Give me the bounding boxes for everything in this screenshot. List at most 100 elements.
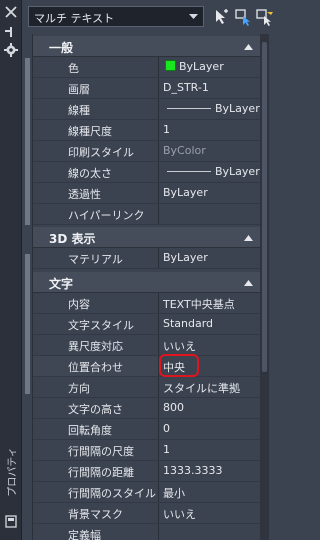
prop-value[interactable]: いいえ [160, 335, 261, 355]
prop-row-line-space-distance[interactable]: 行間隔の距離 1333.3333 [33, 461, 261, 482]
prop-row-background-mask[interactable]: 背景マスク いいえ [33, 503, 261, 524]
prop-row-line-space-factor[interactable]: 行間隔の尺度 1 [33, 440, 261, 461]
auto-hide-icon[interactable] [5, 27, 17, 37]
prop-label: 画層 [33, 78, 159, 98]
prop-label: 透過性 [33, 183, 159, 203]
prop-label: 線の太さ [33, 162, 159, 182]
lineweight-preview [167, 171, 211, 172]
prop-row-linetype-scale[interactable]: 線種尺度 1 [33, 120, 261, 141]
vertical-scrollbar[interactable] [260, 34, 269, 540]
chevron-up-icon[interactable] [244, 234, 253, 241]
sheet-icon[interactable] [5, 515, 17, 528]
pickadd-icon [216, 9, 228, 24]
linetype-preview [167, 108, 211, 109]
prop-value[interactable]: ByLayer [160, 57, 261, 77]
prop-value[interactable] [160, 204, 261, 224]
category-title: 一般 [49, 41, 74, 55]
prop-row-rotation[interactable]: 回転角度 0 [33, 419, 261, 440]
prop-label: 背景マスク [33, 503, 159, 523]
category-text[interactable]: 文字 [33, 272, 261, 293]
prop-label: 行間隔の距離 [33, 461, 159, 481]
palette-title: プロパティ [2, 432, 20, 512]
prop-label: 行間隔の尺度 [33, 440, 159, 460]
prop-label: 定義幅 [33, 524, 159, 540]
prop-label: 内容 [33, 293, 159, 313]
chevron-up-icon[interactable] [244, 279, 253, 286]
prop-label: 行間隔のスタイル [33, 482, 159, 502]
prop-value[interactable]: いいえ [160, 503, 261, 523]
prop-value[interactable]: 800 [160, 398, 261, 418]
category-general[interactable]: 一般 [33, 36, 261, 57]
prop-label: ハイパーリンク [33, 204, 159, 224]
category-bar [25, 254, 30, 394]
prop-value-text: ByLayer [215, 102, 260, 115]
prop-row-text-height[interactable]: 文字の高さ 800 [33, 398, 261, 419]
prop-value[interactable]: 1 [160, 440, 261, 460]
gear-icon[interactable] [4, 43, 18, 57]
prop-label: 線種 [33, 99, 159, 119]
prop-row-plot-style[interactable]: 印刷スタイル ByColor [33, 141, 261, 162]
prop-label: 文字スタイル [33, 314, 159, 334]
prop-value[interactable] [160, 524, 261, 540]
prop-row-color[interactable]: 色 ByLayer [33, 57, 261, 78]
prop-row-text-style[interactable]: 文字スタイル Standard [33, 314, 261, 335]
prop-row-layer[interactable]: 画層 D_STR-1 [33, 78, 261, 99]
property-grid: 一般 色 ByLayer 画層 D_STR-1 線種 ByLayer 線種尺度 … [32, 34, 261, 540]
prop-row-lineweight[interactable]: 線の太さ ByLayer [33, 162, 261, 183]
palette-title-bar: プロパティ [0, 0, 22, 540]
palette-header: マルチ テキスト [22, 0, 273, 34]
prop-label: 位置合わせ [33, 356, 159, 376]
prop-row-material[interactable]: マテリアル ByLayer [33, 248, 261, 269]
select-objects-button[interactable] [233, 6, 253, 27]
close-icon[interactable] [4, 5, 18, 19]
selection-dropdown[interactable]: マルチ テキスト [28, 6, 204, 27]
prop-value[interactable]: TEXT中央基点 [160, 293, 261, 313]
prop-row-annotative[interactable]: 異尺度対応 いいえ [33, 335, 261, 356]
prop-row-defined-width[interactable]: 定義幅 [33, 524, 261, 540]
prop-value-text: ByLayer [179, 60, 224, 73]
prop-value: ByColor [163, 144, 206, 157]
prop-value[interactable]: Standard [160, 314, 261, 334]
prop-row-linetype[interactable]: 線種 ByLayer [33, 99, 261, 120]
palette-title-text: プロパティ [7, 447, 19, 497]
prop-value[interactable]: ByLayer [160, 99, 261, 119]
prop-value[interactable]: 1333.3333 [160, 461, 261, 481]
prop-row-contents[interactable]: 内容 TEXT中央基点 [33, 293, 261, 314]
prop-value[interactable]: ByLayer [160, 248, 261, 268]
prop-value[interactable]: ByLayer [160, 183, 261, 203]
prop-row-transparency[interactable]: 透過性 ByLayer [33, 183, 261, 204]
prop-label: 線種尺度 [33, 120, 159, 140]
category-title: 文字 [49, 277, 74, 291]
quick-select-icon [256, 9, 273, 26]
prop-value[interactable]: D_STR-1 [160, 78, 261, 98]
prop-label: 方向 [33, 377, 159, 397]
scrollbar-thumb[interactable] [262, 42, 267, 372]
prop-value[interactable]: 1 [160, 120, 261, 140]
quick-select-button[interactable] [255, 6, 273, 27]
color-swatch [165, 60, 176, 71]
toggle-pickadd-button[interactable] [211, 6, 231, 27]
prop-row-direction[interactable]: 方向 スタイルに準拠 [33, 377, 261, 398]
select-objects-icon [235, 9, 250, 26]
prop-value[interactable]: 0 [160, 419, 261, 439]
prop-value-text: ByLayer [215, 165, 260, 178]
grid-gutter [22, 34, 32, 540]
prop-value[interactable]: 最小 [160, 482, 261, 502]
prop-row-hyperlink[interactable]: ハイパーリンク [33, 204, 261, 225]
prop-value[interactable]: スタイルに準拠 [160, 377, 261, 397]
category-3d-view[interactable]: 3D 表示 [33, 227, 261, 248]
chevron-up-icon[interactable] [244, 43, 253, 50]
prop-label: 印刷スタイル [33, 141, 159, 161]
category-bar [25, 58, 30, 225]
prop-label: 色 [33, 57, 159, 77]
prop-label: 文字の高さ [33, 398, 159, 418]
selection-value: マルチ テキスト [34, 12, 115, 25]
prop-value[interactable]: ByLayer [160, 162, 261, 182]
prop-row-justify[interactable]: 位置合わせ 中央 [33, 354, 261, 377]
prop-row-line-space-style[interactable]: 行間隔のスタイル 最小 [33, 482, 261, 503]
prop-label: 回転角度 [33, 419, 159, 439]
prop-label: マテリアル [33, 248, 159, 268]
category-title: 3D 表示 [49, 232, 96, 246]
highlight-annotation [159, 354, 199, 377]
chevron-down-icon [189, 14, 198, 19]
